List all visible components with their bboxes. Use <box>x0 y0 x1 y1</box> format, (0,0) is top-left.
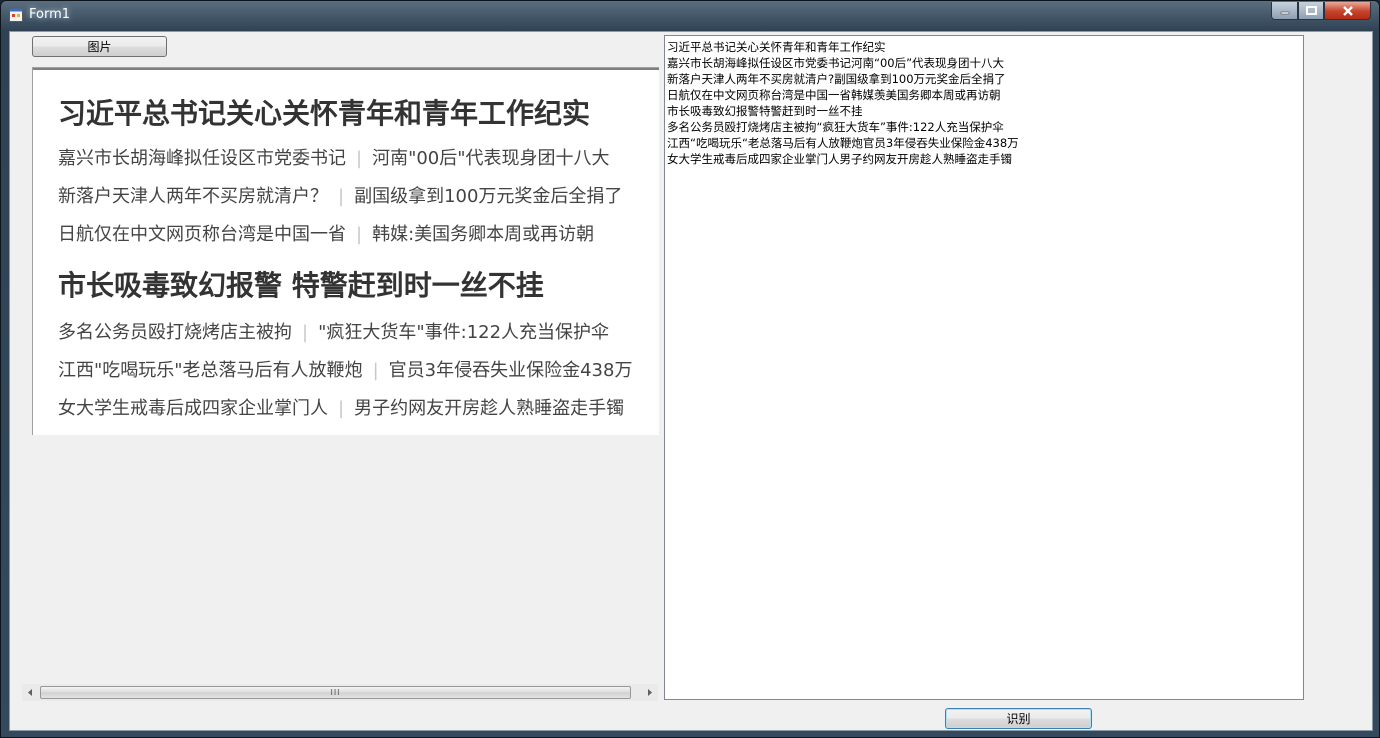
news-left: 女大学生戒毒后成四家企业掌门人 <box>58 398 328 419</box>
headline-2: 市长吸毒致幻报警 特警赶到时一丝不挂 <box>58 269 544 302</box>
image-button[interactable]: 图片 <box>32 36 167 57</box>
news-line: 多名公务员殴打烧烤店主被拘 | "疯狂大货车"事件:122人充当保护伞 <box>58 318 609 344</box>
news-right: 韩媒:美国务卿本周或再访朝 <box>372 224 595 245</box>
window-title: Form1 <box>29 7 71 22</box>
news-line: 江西"吃喝玩乐"老总落马后有人放鞭炮 | 官员3年侵吞失业保险金438万 <box>58 356 632 382</box>
horizontal-scrollbar[interactable]: III <box>22 684 658 701</box>
result-line: 日航仅在中文网页称台湾是中国一省韩媒羡美国务卿本周或再访朝 <box>667 88 1001 102</box>
app-icon <box>9 8 23 22</box>
news-left: 嘉兴市长胡海峰拟任设区市党委书记 <box>58 148 346 169</box>
separator: | <box>356 224 363 245</box>
separator: | <box>372 360 379 381</box>
result-line: 市长吸毒致幻报警特警赶到时一丝不挂 <box>667 104 863 118</box>
news-left: 日航仅在中文网页称台湾是中国一省 <box>58 224 346 245</box>
news-left: 江西"吃喝玩乐"老总落马后有人放鞭炮 <box>58 360 363 381</box>
triangle-right-icon <box>648 689 652 696</box>
separator: | <box>302 322 309 343</box>
client-area: 图片 习近平总书记关心关怀青年和青年工作纪实 嘉兴市长胡海峰拟任设区市党委书记 |… <box>9 31 1373 731</box>
result-textbox[interactable]: 习近平总书记关心关怀青年和青年工作纪实 嘉兴市长胡海峰拟任设区市党委书记河南“0… <box>664 35 1304 700</box>
separator: | <box>356 148 363 169</box>
caption-buttons <box>1271 2 1371 21</box>
result-line: 嘉兴市长胡海峰拟任设区市党委书记河南“00后”代表现身团十八大 <box>667 56 1005 70</box>
picture-box: 习近平总书记关心关怀青年和青年工作纪实 嘉兴市长胡海峰拟任设区市党委书记 | 河南"… <box>32 67 659 435</box>
news-line: 女大学生戒毒后成四家企业掌门人 | 男子约网友开房趁人熟睡盗走手镯 <box>58 394 624 420</box>
news-right: 男子约网友开房趁人熟睡盗走手镯 <box>354 398 625 419</box>
app-window: Form1 图片 习近平总书记关心关怀青年和青年工作纪实 嘉兴市长胡海峰拟任设区… <box>0 0 1380 738</box>
minimize-button[interactable] <box>1271 2 1298 20</box>
headline-1: 习近平总书记关心关怀青年和青年工作纪实 <box>58 97 591 130</box>
news-line: 嘉兴市长胡海峰拟任设区市党委书记 | 河南"00后"代表现身团十八大 <box>58 144 610 170</box>
recognize-button[interactable]: 识别 <box>945 708 1092 729</box>
news-right: 副国级拿到100万元奖金后全捐了 <box>354 186 623 207</box>
news-right: 河南"00后"代表现身团十八大 <box>372 148 610 169</box>
result-line: 习近平总书记关心关怀青年和青年工作纪实 <box>667 40 886 54</box>
news-right: 官员3年侵吞失业保险金438万 <box>388 360 633 381</box>
result-line: 多名公务员殴打烧烤店主被拘“疯狂大货车”事件:122人充当保护伞 <box>667 120 1004 134</box>
close-button[interactable] <box>1324 2 1371 20</box>
triangle-left-icon <box>28 689 32 696</box>
grip-icon: III <box>330 687 341 697</box>
news-left: 新落户天津人两年不买房就清户？ <box>58 186 328 207</box>
news-right: "疯狂大货车"事件:122人充当保护伞 <box>318 322 610 343</box>
news-left: 多名公务员殴打烧烤店主被拘 <box>58 322 292 343</box>
result-line: 新落户天津人两年不买房就清户?副国级拿到100万元奖金后全捐了 <box>667 72 1006 86</box>
title-bar[interactable]: Form1 <box>1 1 1379 31</box>
close-icon <box>1342 5 1353 16</box>
result-line: 女大学生戒毒后成四家企业掌门人男子约网友开房趁人熟睡盗走手镯 <box>667 152 1012 166</box>
scroll-left-button[interactable] <box>22 684 39 701</box>
maximize-button[interactable] <box>1298 2 1324 20</box>
minimize-icon <box>1280 11 1289 14</box>
news-image: 习近平总书记关心关怀青年和青年工作纪实 嘉兴市长胡海峰拟任设区市党委书记 | 河南"… <box>33 68 659 435</box>
news-line: 日航仅在中文网页称台湾是中国一省 | 韩媒:美国务卿本周或再访朝 <box>58 220 594 246</box>
scroll-right-button[interactable] <box>641 684 658 701</box>
result-line: 江西“吃喝玩乐“老总落马后有人放鞭炮官员3年侵吞失业保险金438万 <box>667 136 1019 150</box>
separator: | <box>338 186 345 207</box>
news-line: 新落户天津人两年不买房就清户？ | 副国级拿到100万元奖金后全捐了 <box>58 182 622 208</box>
separator: | <box>338 398 345 419</box>
maximize-icon <box>1305 6 1317 15</box>
scrollbar-thumb[interactable]: III <box>40 686 631 699</box>
